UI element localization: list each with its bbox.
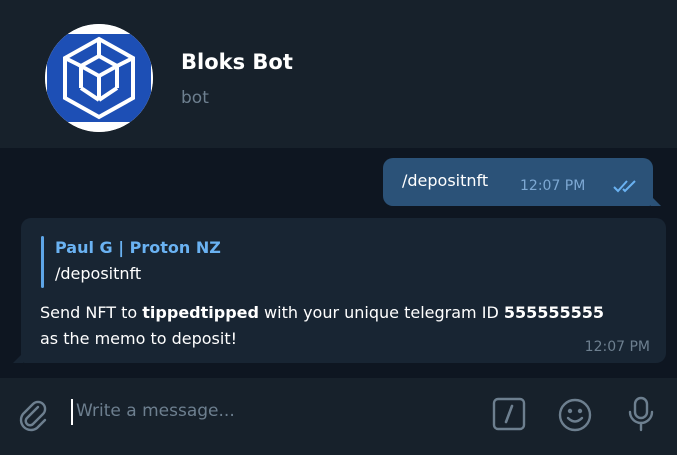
message-composer: Write a message...: [0, 378, 677, 455]
reply-quote-bar: [41, 236, 44, 288]
double-check-icon: [613, 180, 636, 193]
incoming-message-text: Send NFT to tippedtipped with your uniqu…: [40, 300, 650, 352]
incoming-message[interactable]: Paul G | Proton NZ /depositnft Send NFT …: [13, 218, 666, 363]
bot-subtitle: bot: [181, 88, 209, 108]
message-text-part: with your unique telegram ID: [258, 303, 504, 322]
reply-author[interactable]: Paul G | Proton NZ: [55, 238, 221, 257]
bot-avatar[interactable]: [45, 24, 153, 132]
bubble-tail: [13, 353, 23, 363]
outgoing-message-time: 12:07 PM: [520, 178, 586, 194]
message-text-part: as the memo to deposit!: [40, 329, 238, 348]
outgoing-message-text: /depositnft: [402, 171, 489, 190]
reply-text[interactable]: /depositnft: [55, 264, 141, 283]
slash-command-icon[interactable]: [491, 396, 527, 432]
message-input[interactable]: Write a message...: [76, 401, 235, 421]
microphone-icon[interactable]: [623, 394, 659, 434]
text-cursor: [71, 399, 73, 425]
bubble-tail: [651, 196, 661, 206]
incoming-message-time: 12:07 PM: [584, 339, 650, 355]
chat-header: Bloks Bot bot: [0, 0, 677, 148]
bot-name[interactable]: Bloks Bot: [181, 50, 293, 74]
outgoing-message[interactable]: /depositnft 12:07 PM: [383, 158, 661, 206]
message-text-part: Send NFT to: [40, 303, 143, 322]
emoji-icon[interactable]: [556, 396, 594, 434]
cube-logo-icon: [45, 24, 153, 132]
message-list[interactable]: /depositnft 12:07 PM Paul G | Proton NZ …: [0, 148, 677, 378]
paperclip-icon[interactable]: [16, 398, 50, 432]
message-bold-id: 555555555: [503, 303, 605, 322]
message-bold-account: tippedtipped: [142, 303, 259, 322]
